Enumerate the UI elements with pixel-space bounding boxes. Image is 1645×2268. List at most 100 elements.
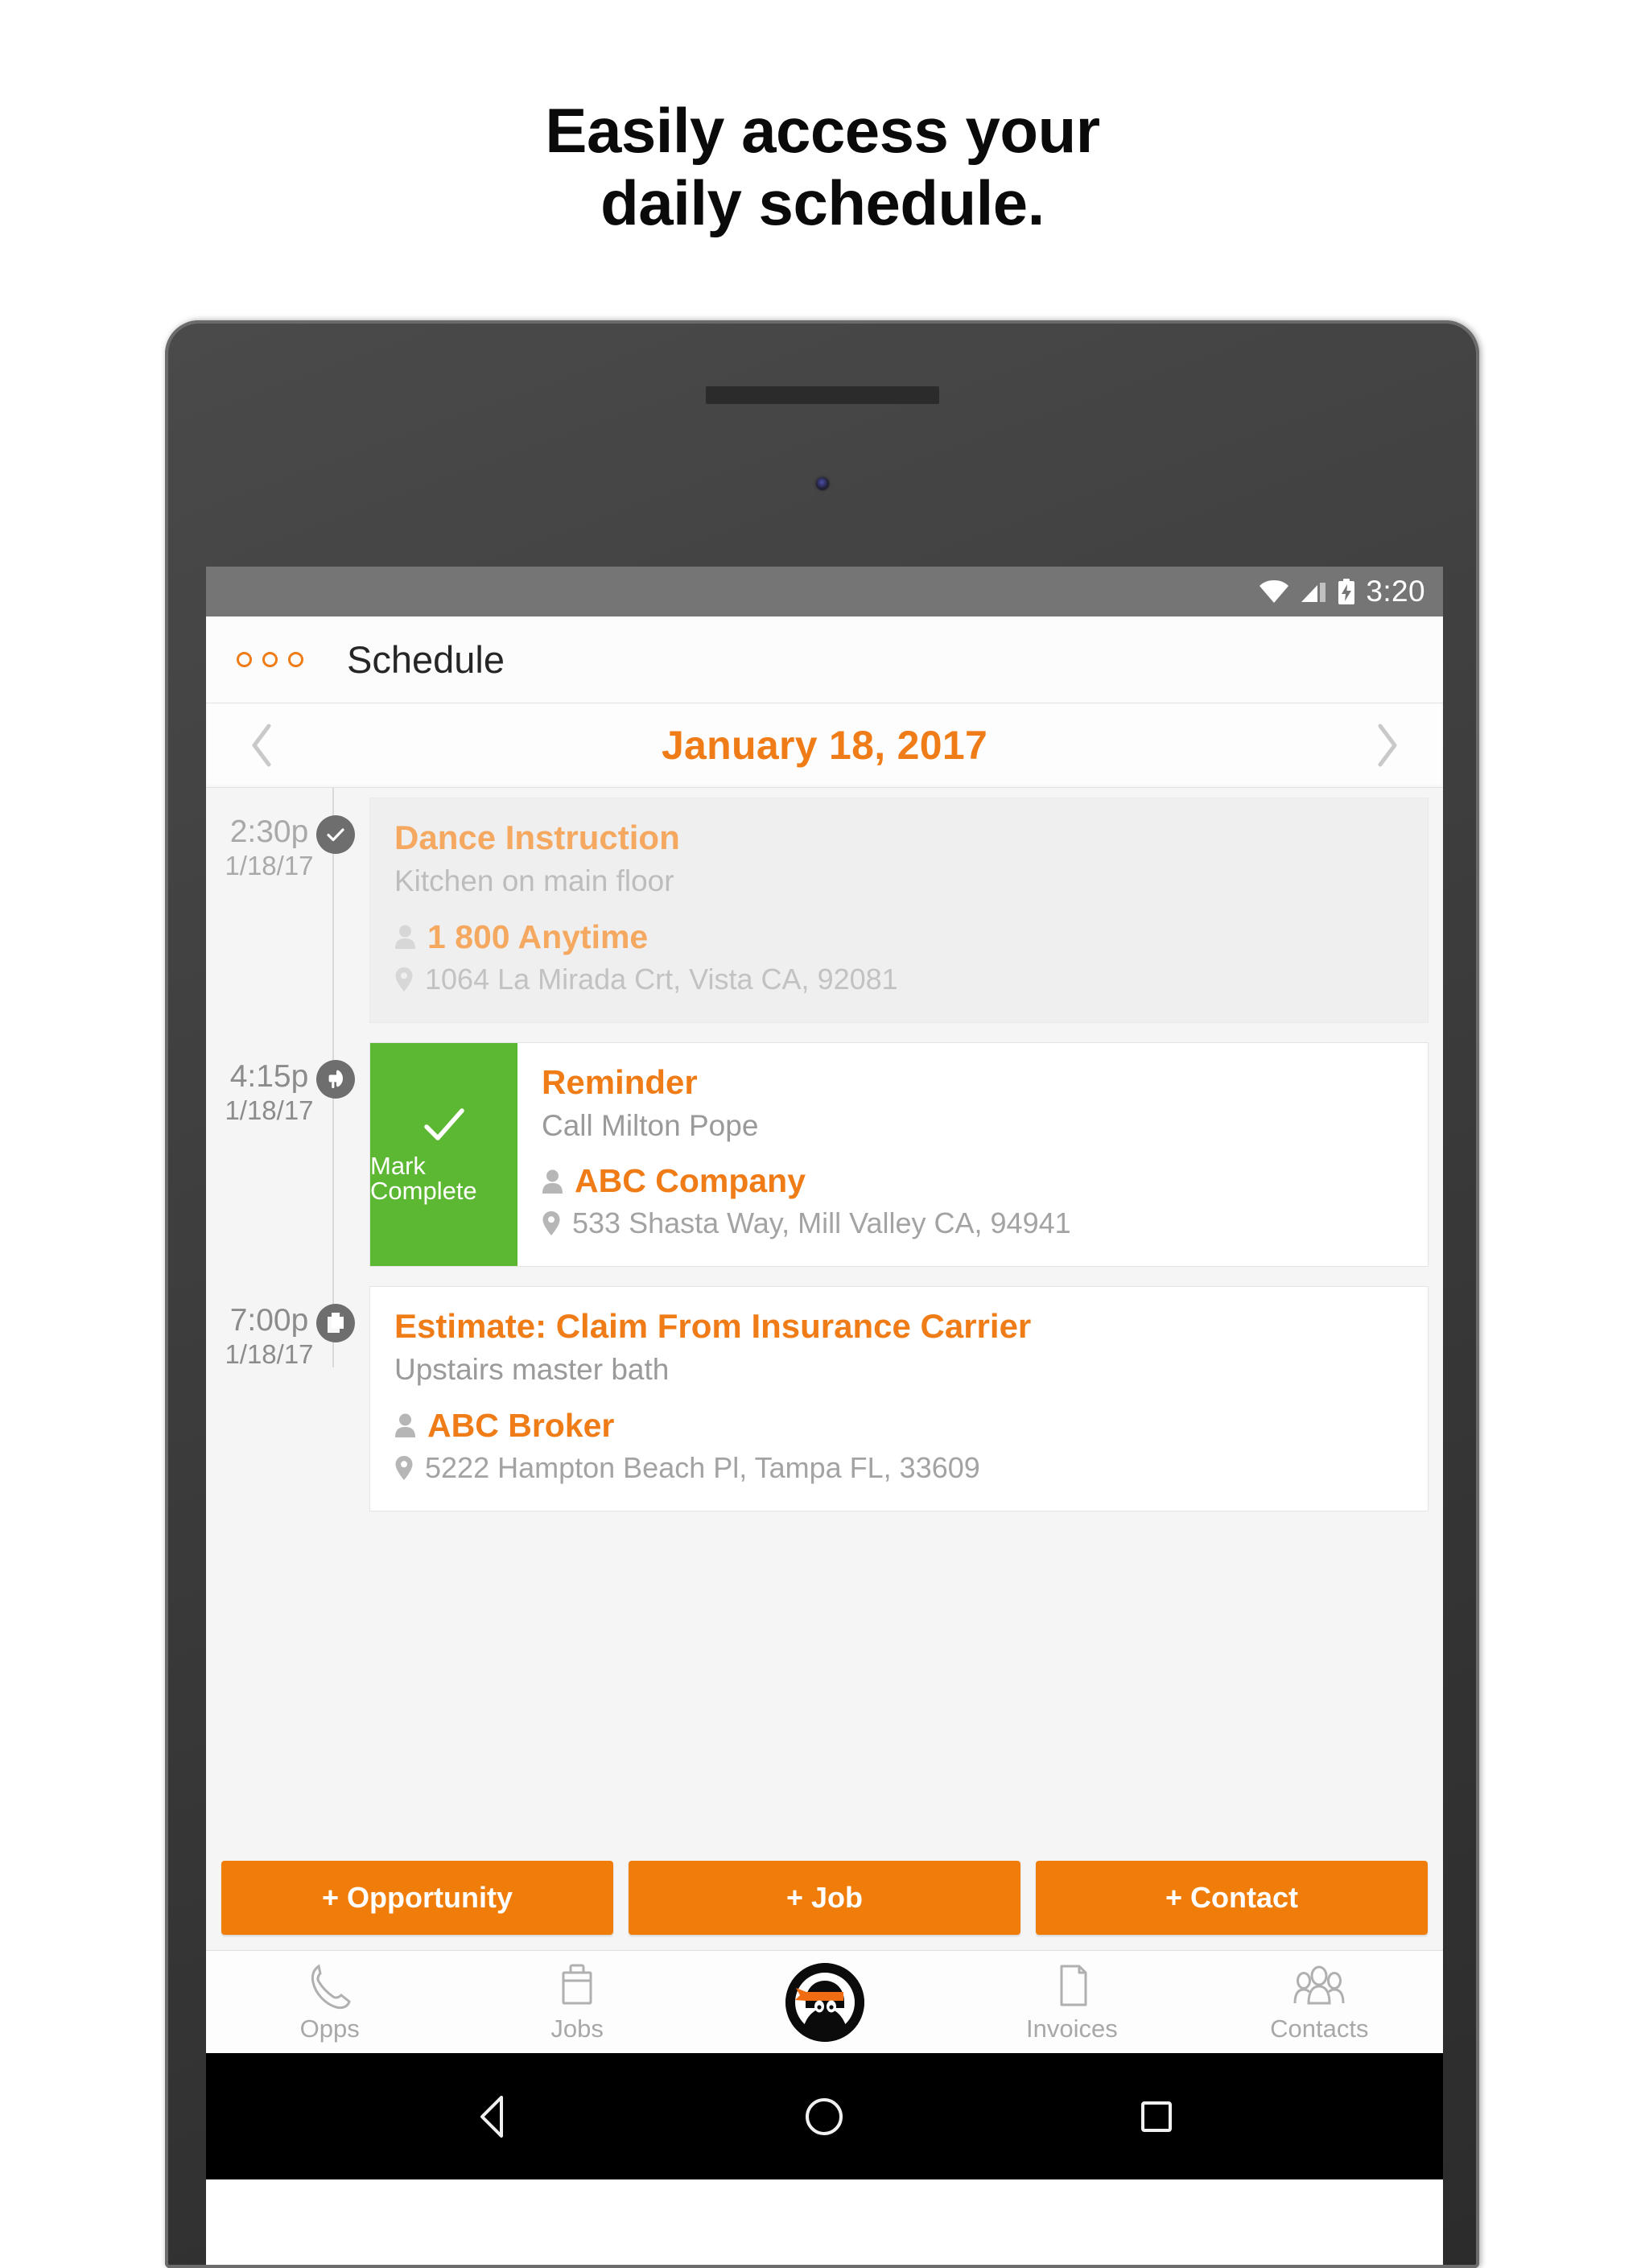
event-company[interactable]: ABC Company xyxy=(575,1164,806,1198)
document-icon xyxy=(328,1313,344,1334)
event-address[interactable]: 5222 Hampton Beach Pl, Tampa FL, 33609 xyxy=(425,1453,980,1483)
event-address[interactable]: 533 Shasta Way, Mill Valley CA, 94941 xyxy=(572,1208,1071,1239)
tab-jobs[interactable]: Jobs xyxy=(453,1951,700,2053)
schedule-event-row[interactable]: 4:15p 1/18/17 Mark Complete Reminder Cal… xyxy=(206,1033,1443,1277)
document-icon xyxy=(1060,1965,1087,2006)
person-icon xyxy=(542,1169,563,1194)
event-date: 1/18/17 xyxy=(225,851,314,881)
tab-label-invoices: Invoices xyxy=(1026,2014,1118,2043)
event-status-badge[interactable] xyxy=(316,1059,355,1099)
megaphone-icon xyxy=(328,1070,343,1089)
event-company-row: 1 800 Anytime xyxy=(394,919,1407,955)
wifi-icon xyxy=(1260,580,1289,603)
page-title: Schedule xyxy=(347,638,505,681)
android-navigation-bar xyxy=(206,2053,1443,2179)
tab-label-opps: Opps xyxy=(299,2014,360,2043)
event-card[interactable]: Estimate: Claim From Insurance Carrier U… xyxy=(369,1286,1429,1511)
date-navigation-bar: January 18, 2017 xyxy=(206,703,1443,788)
back-triangle-icon xyxy=(480,2095,504,2138)
event-time-column: 7:00p 1/18/17 xyxy=(206,1276,332,1521)
prev-day-button[interactable] xyxy=(233,717,290,773)
person-icon xyxy=(395,1413,415,1438)
menu-dot-2 xyxy=(262,652,278,667)
location-pin-icon xyxy=(542,1211,560,1236)
event-time: 4:15p xyxy=(229,1058,309,1094)
event-card-body: Reminder Call Milton Pope ABC Company 53… xyxy=(517,1043,1428,1267)
chevron-right-icon xyxy=(1378,724,1397,767)
event-company-row: ABC Company xyxy=(542,1164,1407,1198)
event-address-row: 5222 Hampton Beach Pl, Tampa FL, 33609 xyxy=(394,1453,1407,1483)
android-status-bar: 3:20 xyxy=(206,567,1443,616)
event-title: Reminder xyxy=(542,1062,698,1101)
schedule-event-row[interactable]: 2:30p 1/18/17 Dance Instruction Kitchen … xyxy=(206,788,1443,1033)
event-company[interactable]: 1 800 Anytime xyxy=(427,919,648,955)
ninja-logo-icon xyxy=(785,1962,864,2042)
headline-line-1: Easily access your xyxy=(545,95,1100,166)
event-company[interactable]: ABC Broker xyxy=(427,1408,614,1443)
mark-complete-action[interactable]: Mark Complete xyxy=(370,1042,517,1267)
device-screen: 3:20 Schedule January 18, 2017 2:30p 1/1… xyxy=(206,567,1443,2265)
event-title: Dance Instruction xyxy=(394,819,680,856)
add-opportunity-button[interactable]: + Opportunity xyxy=(221,1861,613,1935)
event-status-badge[interactable] xyxy=(316,1304,355,1343)
headline-line-2: daily schedule. xyxy=(600,167,1045,238)
three-circles-menu-icon[interactable] xyxy=(206,616,326,703)
event-company-row: ABC Broker xyxy=(394,1408,1407,1443)
menu-dot-3 xyxy=(288,652,303,667)
app-bar: Schedule xyxy=(206,616,1443,703)
event-card-body: Estimate: Claim From Insurance Carrier U… xyxy=(370,1287,1428,1511)
check-icon xyxy=(423,1108,464,1141)
event-date: 1/18/17 xyxy=(225,1339,314,1370)
event-card[interactable]: Mark Complete Reminder Call Milton Pope … xyxy=(369,1041,1429,1268)
recents-square-icon xyxy=(1140,2101,1172,2132)
android-home-button[interactable] xyxy=(792,2084,856,2149)
event-address[interactable]: 1064 La Mirada Crt, Vista CA, 92081 xyxy=(425,963,898,995)
phone-icon xyxy=(311,1964,351,2010)
event-subtitle: Upstairs master bath xyxy=(394,1353,670,1387)
cellular-signal-icon xyxy=(1301,583,1326,602)
tablet-device-frame: 3:20 Schedule January 18, 2017 2:30p 1/1… xyxy=(165,320,1479,2268)
add-contact-button[interactable]: + Contact xyxy=(1036,1861,1428,1935)
event-subtitle: Call Milton Pope xyxy=(542,1108,759,1142)
event-card[interactable]: Dance Instruction Kitchen on main floor … xyxy=(369,798,1429,1023)
menu-dot-1 xyxy=(237,652,252,667)
check-icon xyxy=(327,828,344,842)
tab-invoices[interactable]: Invoices xyxy=(948,1951,1195,2053)
tab-home-ninja[interactable] xyxy=(701,1951,948,2053)
front-camera-icon xyxy=(815,477,829,490)
schedule-list: 2:30p 1/18/17 Dance Instruction Kitchen … xyxy=(206,788,1443,1950)
bottom-tab-bar: Opps Jobs Invoices Contacts xyxy=(206,1950,1443,2053)
event-title: Estimate: Claim From Insurance Carrier xyxy=(394,1307,1032,1346)
schedule-event-row[interactable]: 7:00p 1/18/17 Estimate: Claim From Insur… xyxy=(206,1276,1443,1521)
tab-label-jobs: Jobs xyxy=(550,2014,604,2043)
event-address-row: 533 Shasta Way, Mill Valley CA, 94941 xyxy=(542,1208,1407,1239)
event-card-body: Dance Instruction Kitchen on main floor … xyxy=(370,798,1428,1022)
briefcase-icon xyxy=(562,1964,592,2005)
people-icon xyxy=(1293,1965,1345,2005)
event-card-wrapper: Dance Instruction Kitchen on main floor … xyxy=(332,788,1443,1033)
tab-contacts[interactable]: Contacts xyxy=(1196,1951,1443,2053)
home-circle-icon xyxy=(806,2097,843,2135)
tab-label-contacts: Contacts xyxy=(1270,2014,1369,2043)
location-pin-icon xyxy=(395,1455,413,1480)
event-subtitle: Kitchen on main floor xyxy=(394,864,674,898)
page-headline: Easily access your daily schedule. xyxy=(0,95,1645,239)
event-address-row: 1064 La Mirada Crt, Vista CA, 92081 xyxy=(394,963,1407,995)
event-time-column: 2:30p 1/18/17 xyxy=(206,788,332,1033)
tab-opps[interactable]: Opps xyxy=(206,1951,453,2053)
next-day-button[interactable] xyxy=(1359,717,1416,773)
quick-add-bar: + Opportunity + Job + Contact xyxy=(206,1861,1443,1950)
event-time-column: 4:15p 1/18/17 xyxy=(206,1033,332,1277)
status-bar-clock: 3:20 xyxy=(1366,574,1425,608)
current-date-label[interactable]: January 18, 2017 xyxy=(662,722,987,769)
event-time: 7:00p xyxy=(229,1303,309,1338)
battery-charging-icon xyxy=(1338,579,1355,604)
add-job-button[interactable]: + Job xyxy=(629,1861,1020,1935)
chevron-left-icon xyxy=(252,724,271,767)
event-card-wrapper: Mark Complete Reminder Call Milton Pope … xyxy=(332,1033,1443,1277)
android-recents-button[interactable] xyxy=(1124,2084,1189,2149)
android-back-button[interactable] xyxy=(460,2084,525,2149)
event-time: 2:30p xyxy=(229,814,309,849)
event-date: 1/18/17 xyxy=(225,1095,314,1125)
event-status-badge[interactable] xyxy=(316,815,355,854)
